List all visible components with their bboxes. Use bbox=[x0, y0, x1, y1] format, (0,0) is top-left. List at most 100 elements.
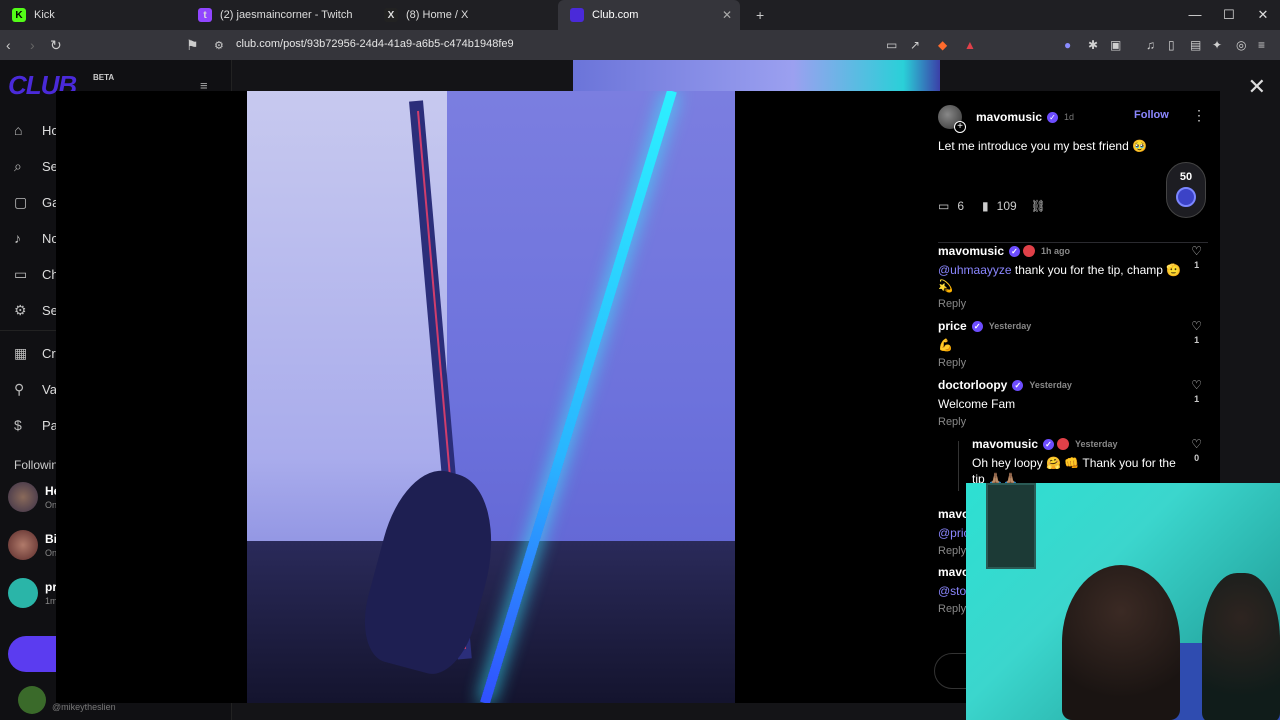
tip-badge-value: 50 bbox=[1179, 171, 1193, 183]
close-icon[interactable]: ✕ bbox=[1248, 74, 1266, 100]
gem-icon bbox=[1176, 187, 1196, 207]
sidebar-item-chat[interactable]: ▭ Ch bbox=[14, 266, 59, 283]
cast-icon[interactable]: ▭ bbox=[886, 38, 897, 52]
like-button[interactable]: ♡ 1 bbox=[1191, 244, 1202, 270]
avatar[interactable] bbox=[8, 482, 38, 512]
vpn-icon[interactable]: ◎ bbox=[1236, 38, 1246, 52]
tab-label: (2) jaesmaincorner - Twitch bbox=[220, 9, 353, 21]
search-icon: ⌕ bbox=[14, 158, 22, 174]
following-heading: Followin bbox=[14, 458, 59, 472]
bell-icon: ♪ bbox=[14, 230, 21, 246]
extension-icon[interactable]: ● bbox=[1064, 38, 1071, 52]
comment-reply: mavomusic ✓ Yesterday Oh hey loopy 🤗 👊 Tha… bbox=[972, 437, 1208, 487]
tab-club[interactable]: Club.com ✕ bbox=[558, 0, 740, 30]
sidebar-item-home[interactable]: ⌂ Ho bbox=[14, 122, 59, 138]
comment-user[interactable]: doctorloopy bbox=[938, 378, 1007, 392]
reload-icon[interactable]: ↻ bbox=[50, 37, 62, 54]
capture-icon[interactable]: ▣ bbox=[1110, 38, 1121, 52]
avatar[interactable] bbox=[8, 530, 38, 560]
mention-link[interactable]: @uhmaayyze bbox=[938, 263, 1012, 277]
rewards-icon[interactable]: ▲ bbox=[964, 38, 976, 52]
person-right bbox=[1202, 573, 1280, 720]
music-icon[interactable]: ♫ bbox=[1146, 38, 1155, 52]
verified-icon: ✓ bbox=[1012, 379, 1024, 391]
tab-x[interactable]: X (8) Home / X bbox=[372, 0, 558, 30]
plus-icon[interactable]: + bbox=[954, 121, 966, 133]
tab-kick[interactable]: K Kick bbox=[0, 0, 186, 30]
sidebar-item-vault[interactable]: ⚲ Va bbox=[14, 381, 57, 398]
heart-icon: ♡ bbox=[1191, 378, 1202, 392]
like-count: 1 bbox=[1194, 394, 1200, 404]
sidebar-item-gallery[interactable]: ▢ Ga bbox=[14, 194, 59, 211]
site-settings-icon[interactable]: ⚙ bbox=[214, 39, 224, 52]
close-tab-icon[interactable]: ✕ bbox=[722, 8, 732, 22]
sidebar-item-search[interactable]: ⌕ Se bbox=[14, 158, 58, 175]
tab-twitch[interactable]: t (2) jaesmaincorner - Twitch bbox=[186, 0, 372, 30]
minimize-icon[interactable]: — bbox=[1178, 0, 1212, 30]
tip-badge[interactable]: 50 bbox=[1166, 162, 1206, 218]
avatar[interactable] bbox=[18, 686, 46, 714]
post-caption: Let me introduce you my best friend 🥹 bbox=[938, 139, 1148, 153]
comment: mavomusic ✓ 1h ago @uhmaayyze thank you fo… bbox=[938, 244, 1208, 310]
comment-user[interactable]: mavomusic bbox=[938, 244, 1004, 258]
like-button[interactable]: ♡ 0 bbox=[1191, 437, 1202, 463]
club-icon bbox=[570, 8, 584, 22]
share-icon[interactable]: ↗ bbox=[910, 38, 920, 52]
home-icon: ⌂ bbox=[14, 122, 23, 138]
mention-link[interactable]: @pric bbox=[938, 526, 970, 540]
tab-label: Club.com bbox=[592, 9, 639, 21]
views-icon: ▮ bbox=[982, 199, 989, 213]
view-count: 109 bbox=[996, 199, 1017, 213]
comment-time: Yesterday bbox=[1075, 439, 1118, 449]
link-icon[interactable]: ⛓ bbox=[1031, 199, 1046, 213]
sidebar-item-creator[interactable]: ▦ Cr bbox=[14, 345, 56, 362]
back-icon[interactable]: ‹ bbox=[6, 37, 11, 53]
close-window-icon[interactable]: ✕ bbox=[1246, 0, 1280, 30]
maximize-icon[interactable]: ☐ bbox=[1212, 0, 1246, 30]
like-count: 0 bbox=[1194, 453, 1200, 463]
brave-shield-icon[interactable]: ◆ bbox=[938, 38, 947, 52]
person-left bbox=[1062, 565, 1180, 720]
post-image[interactable] bbox=[247, 91, 735, 703]
reply-button[interactable]: Reply bbox=[938, 298, 1208, 310]
author-name[interactable]: mavomusic bbox=[976, 110, 1042, 124]
address-bar: ‹ › ↻ ⚑ ⚙ club.com/post/93b72956-24d4-41… bbox=[0, 30, 1280, 60]
like-button[interactable]: ♡ 1 bbox=[1191, 378, 1202, 404]
reply-button[interactable]: Reply bbox=[938, 416, 1208, 428]
avatar[interactable] bbox=[8, 578, 38, 608]
beta-badge: BETA bbox=[93, 73, 115, 82]
heart-icon: ♡ bbox=[1191, 319, 1202, 333]
bookmark-icon[interactable]: ⚑ bbox=[186, 37, 199, 54]
comment-icon[interactable]: ▭ bbox=[938, 199, 949, 213]
forward-icon[interactable]: › bbox=[30, 37, 35, 53]
sidebar-item-payments[interactable]: $ Pa bbox=[14, 417, 58, 433]
puzzle-icon[interactable]: ✱ bbox=[1088, 38, 1098, 52]
window-controls: — ☐ ✕ bbox=[1178, 0, 1280, 30]
url-field[interactable]: club.com/post/93b72956-24d4-41a9-a6b5-c4… bbox=[236, 38, 514, 50]
tab-label: (8) Home / X bbox=[406, 9, 469, 21]
comment-text: Welcome Fam bbox=[938, 397, 1016, 411]
sidebar-toggle-icon[interactable]: ▯ bbox=[1168, 38, 1175, 52]
author-avatar[interactable]: + bbox=[938, 105, 966, 133]
sidebar-item-settings[interactable]: ⚙ Se bbox=[14, 302, 58, 319]
comment-user[interactable]: mavo bbox=[938, 565, 969, 579]
sidebar-item-label: Cr bbox=[42, 346, 56, 361]
menu-icon[interactable]: ≡ bbox=[1258, 38, 1265, 52]
more-options-icon[interactable]: ⋮ bbox=[1192, 107, 1206, 124]
tab-label: Kick bbox=[34, 9, 55, 21]
my-handle: @mikeytheslien bbox=[52, 702, 116, 712]
comment-user[interactable]: mavomusic bbox=[972, 437, 1038, 451]
reply-button[interactable]: Reply bbox=[938, 357, 1208, 369]
leo-icon[interactable]: ✦ bbox=[1212, 38, 1222, 52]
comment-user[interactable]: mavo bbox=[938, 507, 969, 521]
chat-icon: ▭ bbox=[14, 266, 28, 282]
sidebar-item-notifications[interactable]: ♪ No bbox=[14, 230, 59, 246]
like-button[interactable]: ♡ 1 bbox=[1191, 319, 1202, 345]
comment-user[interactable]: price bbox=[938, 319, 967, 333]
heart-icon: ♡ bbox=[1191, 437, 1202, 451]
new-tab-icon[interactable]: + bbox=[756, 7, 764, 23]
comment-time: Yesterday bbox=[988, 321, 1032, 331]
wallet-icon[interactable]: ▤ bbox=[1190, 38, 1201, 52]
sidebar-item-label: Va bbox=[42, 382, 57, 397]
follow-button[interactable]: Follow bbox=[1134, 109, 1169, 121]
